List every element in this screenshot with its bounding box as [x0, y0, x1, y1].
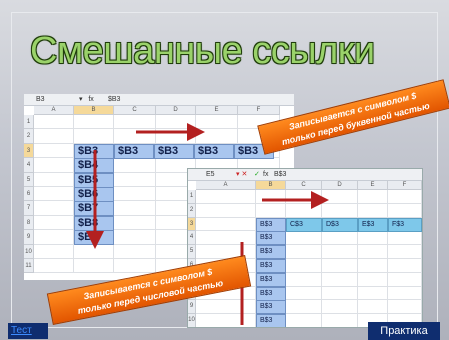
test-button[interactable]: Тест: [8, 323, 48, 339]
practice-button[interactable]: Практика: [368, 322, 440, 340]
slide: Смешанные ссылки B3 ▾ fx $B3 ABCDEF12345…: [0, 0, 449, 340]
